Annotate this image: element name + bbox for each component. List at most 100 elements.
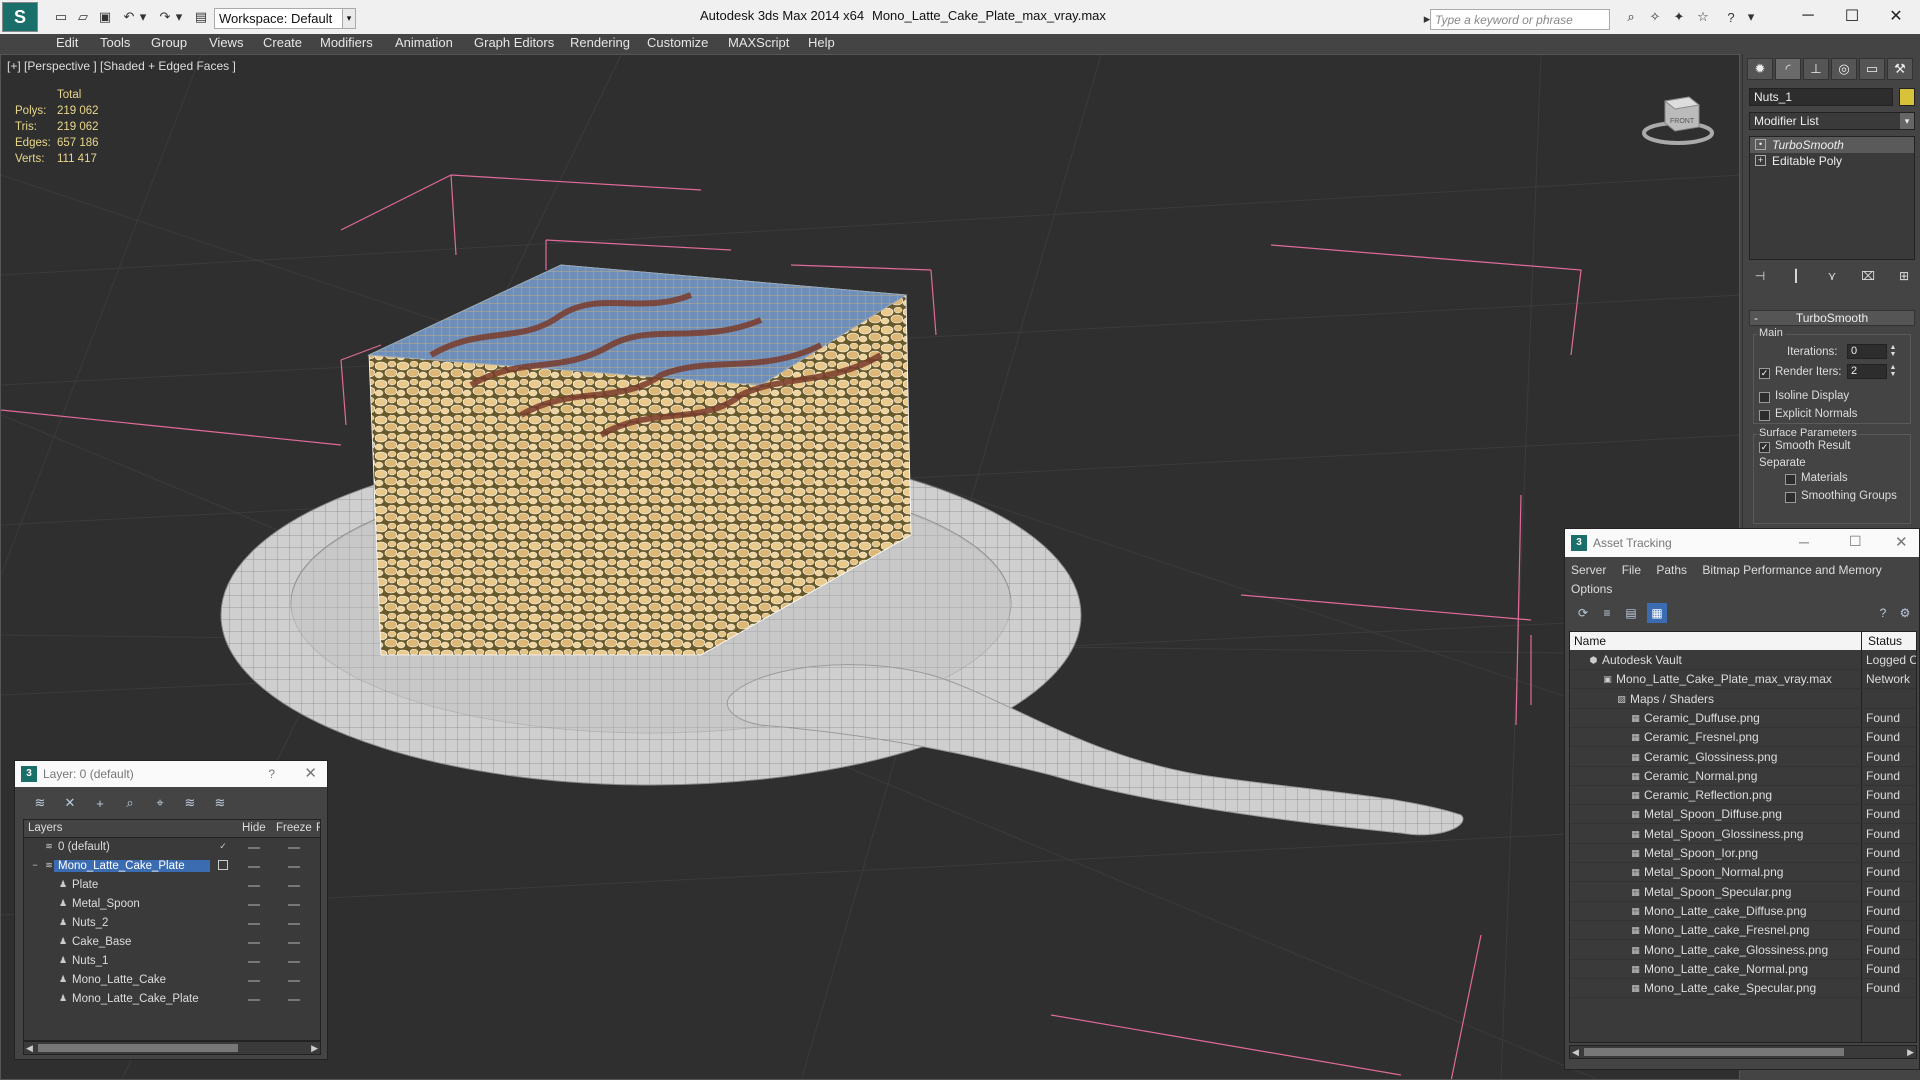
hide-toggle[interactable] xyxy=(248,961,260,963)
current-layer-check-icon[interactable]: ✓ xyxy=(218,841,228,851)
freeze-toggle[interactable] xyxy=(288,885,300,887)
menu-edit[interactable]: Edit xyxy=(56,35,78,50)
object-color-swatch[interactable] xyxy=(1899,88,1915,106)
project-folder-icon[interactable]: ▤ xyxy=(192,8,210,26)
asset-row[interactable]: ▦ Ceramic_Glossiness.png Found xyxy=(1570,748,1916,767)
utilities-tab-icon[interactable]: ⚒ xyxy=(1887,58,1913,80)
close-button[interactable]: ✕ xyxy=(1878,4,1914,28)
asset-menu-file[interactable]: File xyxy=(1622,563,1641,577)
object-name-field[interactable]: Nuts_1 xyxy=(1749,88,1893,106)
col-name[interactable]: Name xyxy=(1574,634,1606,648)
stack-item-editable-poly[interactable]: + Editable Poly xyxy=(1750,153,1914,169)
object-row[interactable]: ♟ Mono_Latte_Cake_Plate xyxy=(24,990,320,1009)
asset-menu-bitmap-performance[interactable]: Bitmap Performance and Memory xyxy=(1702,563,1881,577)
layer-horizontal-scrollbar[interactable]: ◀ ▶ xyxy=(23,1041,321,1055)
favorites-star-icon[interactable]: ☆ xyxy=(1694,8,1712,26)
explicit-normals-checkbox[interactable] xyxy=(1759,410,1770,421)
hide-toggle[interactable] xyxy=(248,866,260,868)
asset-row[interactable]: ▨ Maps / Shaders xyxy=(1570,690,1916,709)
asset-dialog-titlebar[interactable]: 3 Asset Tracking ─ ☐ ✕ xyxy=(1565,529,1919,557)
collapse-icon[interactable]: − xyxy=(30,860,40,870)
render-iters-spinner-arrows-icon[interactable]: ▲ ▼ xyxy=(1889,364,1897,379)
select-layer-icon[interactable]: ⌖ xyxy=(149,793,171,813)
asset-row[interactable]: ▦ Metal_Spoon_Diffuse.png Found xyxy=(1570,805,1916,825)
object-row[interactable]: ♟ Nuts_2 xyxy=(24,914,320,933)
minimize-button[interactable]: ─ xyxy=(1790,4,1826,28)
help-icon[interactable]: ? xyxy=(1722,8,1740,26)
select-objects-icon[interactable]: ⌕ xyxy=(119,793,141,813)
asset-menu-server[interactable]: Server xyxy=(1571,563,1606,577)
communication-icon[interactable]: ✦ xyxy=(1670,8,1688,26)
asset-row[interactable]: ▦ Ceramic_Duffuse.png Found xyxy=(1570,709,1916,728)
hierarchy-tab-icon[interactable]: ⊥ xyxy=(1803,58,1829,80)
asset-row[interactable]: ▦ Metal_Spoon_Normal.png Found xyxy=(1570,863,1916,883)
asset-row[interactable]: ⬢ Autodesk Vault Logged C xyxy=(1570,651,1916,670)
hide-toggle[interactable] xyxy=(248,999,260,1001)
isoline-display-checkbox[interactable] xyxy=(1759,392,1770,403)
modify-tab-icon[interactable]: ◜ xyxy=(1775,58,1801,80)
menu-maxscript[interactable]: MAXScript xyxy=(728,35,789,50)
freeze-toggle[interactable] xyxy=(288,904,300,906)
object-row[interactable]: ♟ Mono_Latte_Cake xyxy=(24,971,320,990)
asset-row[interactable]: ▦ Mono_Latte_cake_Diffuse.png Found xyxy=(1570,902,1916,921)
scrollbar-thumb[interactable] xyxy=(1584,1048,1844,1056)
scroll-left-icon[interactable]: ◀ xyxy=(1572,1046,1579,1058)
viewport-label[interactable]: [+] [Perspective ] [Shaded + Edged Faces… xyxy=(7,59,236,73)
object-row[interactable]: ♟ Metal_Spoon xyxy=(24,895,320,914)
scroll-left-icon[interactable]: ◀ xyxy=(26,1042,33,1054)
table-view-icon[interactable]: ▦ xyxy=(1647,603,1667,623)
search-input[interactable]: Type a keyword or phrase xyxy=(1430,9,1610,30)
motion-tab-icon[interactable]: ◎ xyxy=(1831,58,1857,80)
materials-checkbox[interactable] xyxy=(1785,474,1796,485)
asset-row[interactable]: ▦ Metal_Spoon_Specular.png Found xyxy=(1570,883,1916,902)
maximize-button[interactable]: ☐ xyxy=(1834,4,1870,28)
freeze-toggle[interactable] xyxy=(288,847,300,849)
hide-toggle[interactable] xyxy=(248,885,260,887)
delete-layer-icon[interactable]: ✕ xyxy=(59,793,81,813)
workspace-caret-icon[interactable]: ▾ xyxy=(342,8,356,29)
object-row[interactable]: ♟ Nuts_1 xyxy=(24,952,320,971)
help-question-icon[interactable]: ? xyxy=(1873,603,1893,623)
freeze-toggle[interactable] xyxy=(288,942,300,944)
smoothing-groups-checkbox[interactable] xyxy=(1785,492,1796,503)
asset-horizontal-scrollbar[interactable]: ◀ ▶ xyxy=(1569,1045,1917,1059)
viewcube[interactable]: FRONT xyxy=(1641,87,1715,147)
create-tab-icon[interactable]: ✹ xyxy=(1747,58,1773,80)
show-end-result-icon[interactable]: ┃ xyxy=(1785,266,1807,286)
asset-row[interactable]: ▦ Mono_Latte_cake_Fresnel.png Found xyxy=(1570,921,1916,941)
refresh-icon[interactable]: ⟳ xyxy=(1573,603,1593,623)
freeze-toggle[interactable] xyxy=(288,999,300,1001)
asset-menu-paths[interactable]: Paths xyxy=(1656,563,1687,577)
app-logo-button[interactable]: S xyxy=(2,2,38,32)
redo-dropdown-icon[interactable]: ▾ xyxy=(170,8,188,26)
freeze-toggle[interactable] xyxy=(288,866,300,868)
asset-row[interactable]: ▦ Ceramic_Reflection.png Found xyxy=(1570,786,1916,806)
remove-modifier-icon[interactable]: ⌧ xyxy=(1857,266,1879,286)
new-file-icon[interactable]: ▭ xyxy=(52,8,70,26)
object-row[interactable]: ♟ Cake_Base xyxy=(24,933,320,952)
hide-toggle[interactable] xyxy=(248,980,260,982)
scrollbar-thumb[interactable] xyxy=(38,1044,238,1052)
hide-all-icon[interactable]: ≋ xyxy=(209,793,231,813)
display-tab-icon[interactable]: ▭ xyxy=(1859,58,1885,80)
col-render[interactable]: R xyxy=(316,822,320,834)
asset-row[interactable]: ▣ Mono_Latte_Cake_Plate_max_vray.max Netwo… xyxy=(1570,670,1916,690)
expand-plus-icon[interactable]: + xyxy=(1755,155,1766,166)
save-icon[interactable]: ▣ xyxy=(96,8,114,26)
iterations-spinner-arrows-icon[interactable]: ▲ ▼ xyxy=(1889,344,1897,359)
asset-row[interactable]: ▦ Mono_Latte_cake_Specular.png Found xyxy=(1570,979,1916,999)
maximize-icon[interactable]: ☐ xyxy=(1849,533,1862,550)
thumbnail-view-icon[interactable]: ▤ xyxy=(1621,603,1641,623)
binoculars-icon[interactable]: ⌕ xyxy=(1622,8,1640,26)
asset-row[interactable]: ▦ Metal_Spoon_Ior.png Found xyxy=(1570,844,1916,863)
menu-tools[interactable]: Tools xyxy=(100,35,130,50)
layer-dialog-titlebar[interactable]: 3 Layer: 0 (default) ? ✕ xyxy=(15,761,327,787)
hide-toggle[interactable] xyxy=(248,904,260,906)
set-current-checkbox[interactable] xyxy=(218,860,228,870)
col-freeze[interactable]: Freeze xyxy=(276,822,312,834)
asset-row[interactable]: ▦ Ceramic_Normal.png Found xyxy=(1570,767,1916,786)
asset-row[interactable]: ▦ Ceramic_Fresnel.png Found xyxy=(1570,728,1916,748)
hide-toggle[interactable] xyxy=(248,847,260,849)
col-layers[interactable]: Layers xyxy=(28,822,63,834)
iterations-spinner[interactable]: 0 xyxy=(1847,344,1887,359)
